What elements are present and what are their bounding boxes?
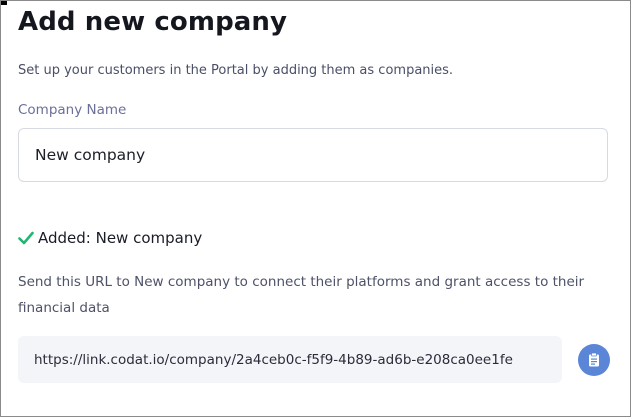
copy-url-button[interactable]	[578, 344, 610, 376]
corner-mark	[1, 1, 7, 5]
link-url-field[interactable]: https://link.codat.io/company/2a4ceb0c-f…	[18, 336, 562, 383]
added-status-text: Added: New company	[38, 229, 203, 247]
checkmark-icon	[18, 230, 34, 246]
company-name-input[interactable]	[18, 128, 608, 182]
added-status: Added: New company	[18, 229, 202, 247]
instructions-text: Send this URL to New company to connect …	[18, 274, 585, 316]
clipboard-icon	[586, 352, 602, 368]
add-company-dialog: Add new company Set up your customers in…	[0, 0, 631, 417]
page-title: Add new company	[18, 7, 288, 37]
link-url-text[interactable]: https://link.codat.io/company/2a4ceb0c-f…	[34, 352, 546, 368]
page-subtitle: Set up your customers in the Portal by a…	[18, 63, 454, 78]
company-name-label: Company Name	[18, 102, 127, 118]
